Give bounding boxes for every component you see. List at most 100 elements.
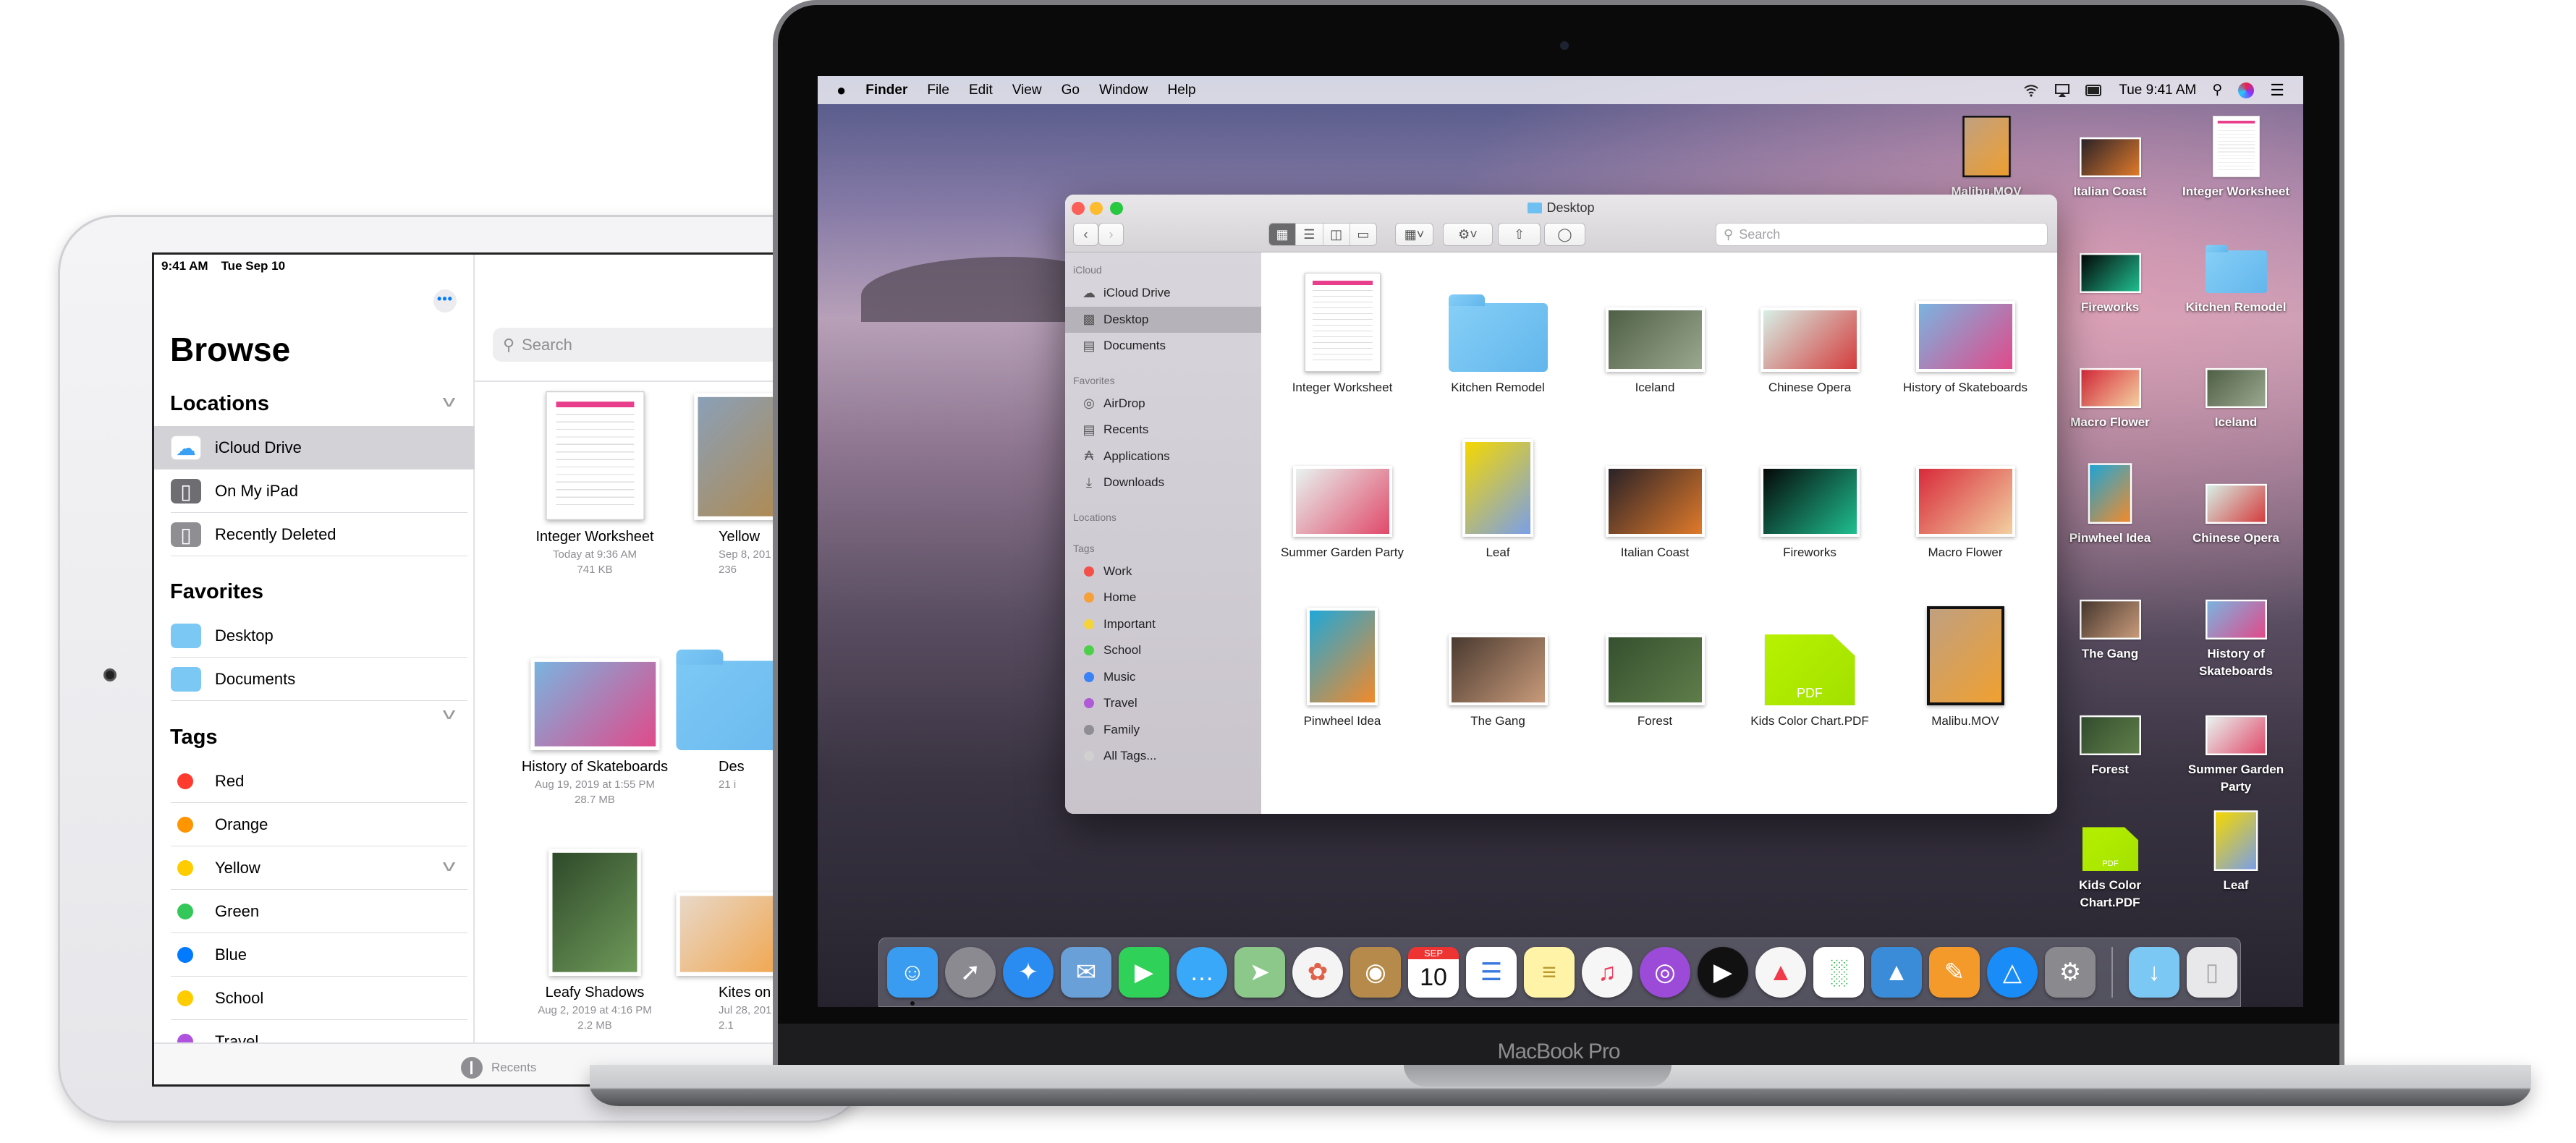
sidebar-item-work[interactable]: Work xyxy=(1065,558,1261,585)
pages-icon[interactable]: ✎ xyxy=(1929,947,1980,998)
share-button[interactable]: ⇧ xyxy=(1498,223,1541,246)
file-item[interactable]: Chinese Opera xyxy=(1732,263,1887,396)
menu-view[interactable]: View xyxy=(1012,82,1042,98)
music-icon[interactable]: ♫ xyxy=(1582,947,1632,998)
sidebar-item-blue[interactable]: Blue xyxy=(154,933,475,977)
file-item[interactable]: Pinwheel Idea xyxy=(1265,597,1420,729)
file-item[interactable]: Macro Flower xyxy=(1888,428,2043,561)
sidebar-item-icloud-drive[interactable]: ☁ iCloud Drive xyxy=(154,426,475,469)
notes-icon[interactable]: ≡ xyxy=(1524,947,1575,998)
sidebar-item-documents[interactable]: ▤ Documents xyxy=(1065,333,1261,360)
file-item[interactable]: History of Skateboards xyxy=(1888,263,2043,396)
news-icon[interactable]: ▲ xyxy=(1755,947,1806,998)
desktop-file[interactable]: Forest xyxy=(2041,690,2179,778)
sidebar-item-recently-deleted[interactable]: ▯ Recently Deleted xyxy=(154,513,475,556)
list-view-icon[interactable]: ☰ xyxy=(1296,224,1323,245)
desktop-file[interactable]: Italian Coast xyxy=(2041,112,2179,200)
finder-search-input[interactable]: ⚲ Search xyxy=(1716,223,2048,246)
sidebar-item-home[interactable]: Home xyxy=(1065,585,1261,611)
desktop-file[interactable]: Iceland xyxy=(2167,343,2303,431)
chevron-down-icon[interactable]: v xyxy=(443,392,456,411)
podcasts-icon[interactable]: ◎ xyxy=(1640,947,1690,998)
sidebar-item-recents[interactable]: ▤ Recents xyxy=(1065,417,1261,443)
file-item[interactable]: The Gang xyxy=(1420,597,1575,729)
apple-menu-icon[interactable]: ● xyxy=(836,81,846,100)
sidebar-item-all-tags[interactable]: All Tags... xyxy=(1065,743,1261,770)
sidebar-item-desktop[interactable]: Desktop xyxy=(154,614,475,658)
action-gear-button[interactable]: ⚙˅ xyxy=(1443,223,1493,246)
chevron-down-icon[interactable]: v xyxy=(443,705,456,723)
forward-button[interactable]: › xyxy=(1098,223,1124,246)
desktop-file[interactable]: History of Skateboards xyxy=(2167,574,2303,680)
messages-icon[interactable]: … xyxy=(1177,947,1227,998)
file-item[interactable]: Iceland xyxy=(1577,263,1732,396)
desktop-file[interactable]: The Gang xyxy=(2041,574,2179,663)
desktop-file[interactable]: Pinwheel Idea xyxy=(2041,459,2179,547)
sidebar-item-green[interactable]: Green xyxy=(154,890,475,933)
menu-edit[interactable]: Edit xyxy=(969,82,993,98)
safari-icon[interactable]: ✦ xyxy=(1003,947,1054,998)
tab-recents[interactable]: Recents xyxy=(461,1057,536,1079)
sidebar-item-on-my-ipad[interactable]: ▯ On My iPad xyxy=(154,469,475,513)
file-item[interactable]: Summer Garden Party xyxy=(1265,428,1420,561)
battery-icon[interactable] xyxy=(2085,84,2103,96)
sidebar-item-desktop[interactable]: ▩ Desktop xyxy=(1065,306,1261,333)
sidebar-item-school[interactable]: School xyxy=(1065,637,1261,664)
launchpad-icon[interactable]: ➚ xyxy=(945,947,996,998)
sidebar-item-icloud-drive[interactable]: ☁ iCloud Drive xyxy=(1065,280,1261,307)
desktop-file[interactable]: Kitchen Remodel xyxy=(2167,228,2303,316)
system-preferences-icon[interactable]: ⚙ xyxy=(2045,947,2096,998)
menu-go[interactable]: Go xyxy=(1062,82,1080,98)
more-button[interactable]: ••• xyxy=(433,289,457,313)
sidebar-item-downloads[interactable]: ⤓ Downloads xyxy=(1065,469,1261,496)
desktop-file[interactable]: Chinese Opera xyxy=(2167,459,2303,547)
file-item[interactable]: Integer Worksheet xyxy=(1265,263,1420,396)
menu-help[interactable]: Help xyxy=(1168,82,1196,98)
reminders-icon[interactable]: ☰ xyxy=(1466,947,1517,998)
sidebar-item-family[interactable]: Family xyxy=(1065,717,1261,744)
sidebar-item-documents[interactable]: Documents xyxy=(154,658,475,701)
numbers-icon[interactable]: ░ xyxy=(1813,947,1864,998)
maps-icon[interactable]: ➤ xyxy=(1234,947,1285,998)
file-item[interactable]: Italian Coast xyxy=(1577,428,1732,561)
sidebar-item-red[interactable]: Red xyxy=(154,760,475,803)
menu-file[interactable]: File xyxy=(927,82,949,98)
desktop-file[interactable]: PDF Kids Color Chart.PDF xyxy=(2041,806,2179,912)
sidebar-item-airdrop[interactable]: ◎ AirDrop xyxy=(1065,391,1261,417)
photos-icon[interactable]: ✿ xyxy=(1292,947,1343,998)
file-item[interactable]: Leaf xyxy=(1420,428,1575,561)
desktop-file[interactable]: Leaf xyxy=(2167,806,2303,894)
siri-icon[interactable] xyxy=(2238,82,2255,98)
file-item[interactable]: Kitchen Remodel xyxy=(1420,263,1575,396)
wifi-icon[interactable] xyxy=(2023,84,2039,97)
gallery-view-icon[interactable]: ▭ xyxy=(1350,224,1376,245)
notification-center-icon[interactable]: ☰ xyxy=(2270,81,2284,100)
column-view-icon[interactable]: ◫ xyxy=(1323,224,1350,245)
file-item[interactable]: Forest xyxy=(1577,597,1732,729)
trash-icon[interactable]: ▯ xyxy=(2187,947,2237,998)
sidebar-item-applications[interactable]: ₳ Applications xyxy=(1065,443,1261,470)
desktop-file[interactable]: Integer Worksheet xyxy=(2167,112,2303,200)
airplay-icon[interactable] xyxy=(2055,83,2070,97)
spotlight-icon[interactable]: ⚲ xyxy=(2212,82,2222,98)
downloads-folder-icon[interactable]: ↓ xyxy=(2129,947,2179,998)
desktop-file[interactable]: Fireworks xyxy=(2041,228,2179,316)
contacts-icon[interactable]: ◉ xyxy=(1350,947,1401,998)
sidebar-item-important[interactable]: Important xyxy=(1065,611,1261,638)
icon-view-icon[interactable]: ▦ xyxy=(1269,224,1297,245)
file-item[interactable]: PDF Kids Color Chart.PDF xyxy=(1732,597,1887,729)
calendar-icon[interactable]: SEP 10 xyxy=(1408,947,1459,998)
menu-window[interactable]: Window xyxy=(1099,82,1148,98)
sidebar-item-orange[interactable]: Orange xyxy=(154,803,475,846)
sidebar-item-school[interactable]: School xyxy=(154,977,475,1020)
menu-clock[interactable]: Tue 9:41 AM xyxy=(2119,82,2196,98)
chevron-down-icon[interactable]: v xyxy=(443,857,456,875)
tv-icon[interactable]: ▶ xyxy=(1698,947,1748,998)
group-button[interactable]: ▦˅ xyxy=(1395,223,1433,246)
back-button[interactable]: ‹ xyxy=(1073,223,1098,246)
desktop-file[interactable]: Summer Garden Party xyxy=(2167,690,2303,796)
menu-finder[interactable]: Finder xyxy=(865,82,907,98)
sidebar-item-music[interactable]: Music xyxy=(1065,664,1261,691)
file-item[interactable]: Malibu.MOV xyxy=(1888,597,2043,729)
mail-icon[interactable]: ✉ xyxy=(1061,947,1111,998)
